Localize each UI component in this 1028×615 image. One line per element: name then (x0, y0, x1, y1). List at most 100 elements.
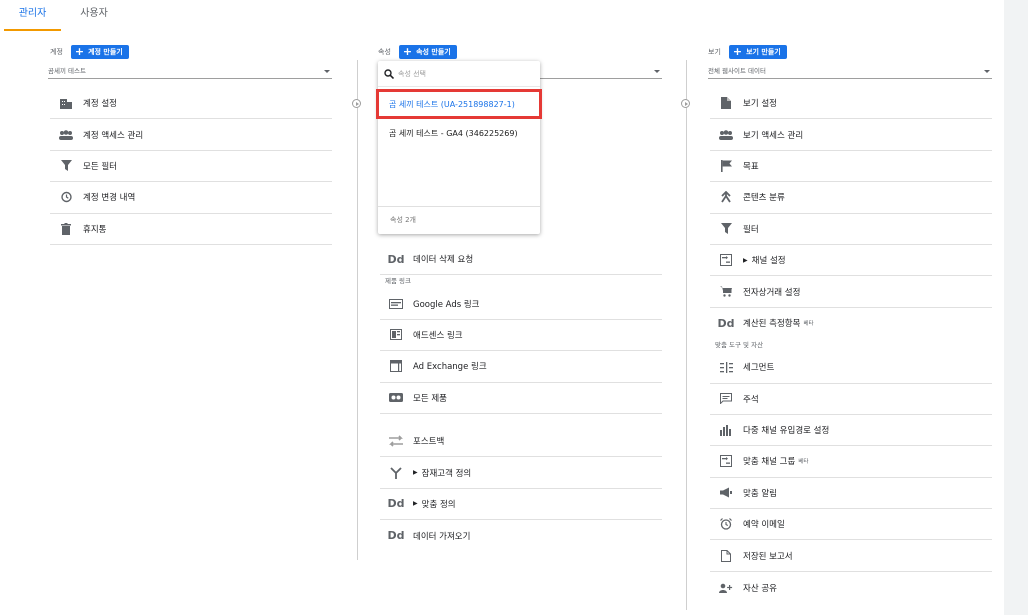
people-icon (715, 128, 737, 142)
doc-icon (715, 96, 737, 110)
account-item-history[interactable]: 계정 변경 내역 (50, 182, 332, 214)
column-divider (686, 60, 687, 610)
postback-icon (385, 434, 407, 448)
share-icon (715, 581, 737, 595)
view-item-saved-reports[interactable]: 저장된 보고서 (710, 540, 992, 572)
view-item-filters[interactable]: 필터 (710, 214, 992, 245)
property-option-ua[interactable]: 곰 세끼 테스트 (UA-251898827-1) (376, 89, 542, 119)
expand-arrow-icon[interactable]: ▶ (413, 469, 418, 476)
create-property-button[interactable]: + 속성 만들기 (398, 45, 457, 59)
chevron-down-icon (654, 70, 660, 73)
dd-icon: Dd (387, 529, 405, 543)
expand-arrow-icon[interactable]: ▶ (413, 500, 418, 507)
history-icon (55, 190, 77, 204)
property-menu: Dd 데이터 삭제 요청 제품 링크 Google Ads 링크 애드센스 링크… (380, 244, 662, 552)
account-menu: 계정 설정 계정 액세스 관리 모든 필터 계정 변경 내역 휴지통 (50, 88, 332, 245)
account-item-access[interactable]: 계정 액세스 관리 (50, 119, 332, 151)
account-selector[interactable]: 곰세끼 테스트 (48, 65, 332, 79)
property-item-label: 모든 제품 (413, 393, 447, 404)
view-header: 보기 + 보기 만들기 (708, 45, 787, 59)
beta-badge: 베타 (798, 459, 809, 466)
view-item-segments[interactable]: 세그먼트 (710, 352, 992, 384)
view-item-label: 채널 설정 (751, 256, 786, 267)
dd-icon: Dd (717, 316, 735, 330)
megaphone-icon (715, 486, 737, 500)
account-item-label: 휴지통 (83, 224, 107, 235)
bar-chart-icon (715, 423, 737, 437)
property-item-audience[interactable]: ▶ 잠재고객 정의 (380, 457, 662, 489)
view-selector[interactable]: 전체 웹사이트 데이터 (708, 65, 992, 79)
view-item-goals[interactable]: 목표 (710, 151, 992, 183)
create-property-label: 속성 만들기 (416, 48, 451, 56)
arrow-right-icon (352, 99, 361, 108)
cart-icon (715, 285, 737, 299)
alarm-icon (715, 517, 737, 531)
view-item-label: 보기 액세스 관리 (743, 130, 804, 141)
account-item-trash[interactable]: 휴지통 (50, 214, 332, 245)
account-item-label: 계정 액세스 관리 (83, 130, 144, 141)
view-selector-value: 전체 웹사이트 데이터 (708, 67, 766, 75)
property-item-ad-exchange[interactable]: Ad Exchange 링크 (380, 351, 662, 383)
view-item-label: 맞춤 알림 (743, 488, 777, 499)
property-search-placeholder: 속성 선택 (398, 69, 426, 78)
property-item-all-products[interactable]: 모든 제품 (380, 383, 662, 414)
view-item-label: 목표 (743, 161, 759, 172)
tab-admin[interactable]: 관리자 (4, 0, 61, 31)
view-item-label: 계산된 측정항목 (743, 319, 801, 330)
column-divider (357, 60, 358, 560)
create-account-label: 계정 만들기 (88, 48, 123, 56)
account-item-settings[interactable]: 계정 설정 (50, 88, 332, 120)
view-item-access[interactable]: 보기 액세스 관리 (710, 119, 992, 151)
property-item-label: 잠재고객 정의 (421, 468, 472, 479)
property-item-label: 포스트백 (413, 437, 445, 448)
tab-user[interactable]: 사용자 (64, 0, 124, 31)
view-item-label: 다중 채널 유입경로 설정 (743, 426, 830, 437)
view-item-content-grouping[interactable]: 콘텐츠 분류 (710, 182, 992, 214)
view-item-label: 필터 (743, 224, 759, 235)
property-item-label: 데이터 가져오기 (413, 531, 471, 542)
account-item-label: 계정 변경 내역 (83, 193, 136, 204)
view-item-ecommerce[interactable]: 전자상거래 설정 (710, 276, 992, 308)
account-label: 계정 (50, 48, 63, 56)
channel-icon (715, 454, 737, 468)
create-view-button[interactable]: + 보기 만들기 (728, 45, 787, 59)
property-dropdown: 속성 선택 곰 세끼 테스트 (UA-251898827-1) 곰 세끼 테스트… (376, 61, 542, 234)
property-item-data-deletion[interactable]: Dd 데이터 삭제 요청 (380, 244, 662, 276)
view-item-label: 전자상거래 설정 (743, 287, 801, 298)
view-item-scheduled-emails[interactable]: 예약 이메일 (710, 509, 992, 541)
adsense-icon (385, 328, 407, 342)
view-item-calculated-metrics[interactable]: Dd 계산된 측정항목 베타 (710, 308, 992, 339)
property-item-google-ads[interactable]: Google Ads 링크 (380, 288, 662, 320)
view-item-share-assets[interactable]: 자산 공유 (710, 572, 992, 603)
view-item-settings[interactable]: 보기 설정 (710, 88, 992, 120)
property-option-ga4[interactable]: 곰 세끼 테스트 - GA4 (346225269) (378, 119, 540, 147)
channel-icon (715, 253, 737, 267)
filter-icon (715, 222, 737, 236)
view-item-annotations[interactable]: 주석 (710, 384, 992, 415)
plus-icon: + (74, 45, 85, 58)
account-selector-value: 곰세끼 테스트 (48, 67, 86, 75)
arrow-right-icon (681, 99, 690, 108)
people-icon (55, 128, 77, 142)
comment-icon (715, 392, 737, 406)
section-personal-tools: 맞춤 도구 및 자산 (715, 341, 764, 350)
property-item-adsense[interactable]: 애드센스 링크 (380, 320, 662, 352)
view-item-channel-settings[interactable]: ▶ 채널 설정 (710, 245, 992, 277)
property-item-label: Ad Exchange 링크 (413, 362, 487, 373)
view-item-custom-alerts[interactable]: 맞춤 알림 (710, 478, 992, 510)
property-item-data-import[interactable]: Dd 데이터 가져오기 (380, 520, 662, 551)
view-item-custom-channel-groups[interactable]: 맞춤 채널 그룹 베타 (710, 446, 992, 478)
top-tabs: 관리자 사용자 (0, 0, 1004, 31)
property-item-postback[interactable]: 포스트백 (380, 426, 662, 458)
view-item-mcf-settings[interactable]: 다중 채널 유입경로 설정 (710, 415, 992, 447)
expand-arrow-icon[interactable]: ▶ (743, 257, 748, 264)
audience-icon (385, 466, 407, 480)
view-item-label: 보기 설정 (743, 99, 777, 110)
view-item-label: 자산 공유 (743, 583, 777, 594)
property-search[interactable]: 속성 선택 (378, 61, 540, 87)
beta-badge: 베타 (803, 321, 814, 328)
account-item-filters[interactable]: 모든 필터 (50, 151, 332, 183)
property-item-custom-definitions[interactable]: Dd ▶ 맞춤 정의 (380, 489, 662, 521)
create-account-button[interactable]: + 계정 만들기 (70, 45, 129, 59)
right-gutter (1004, 0, 1028, 615)
